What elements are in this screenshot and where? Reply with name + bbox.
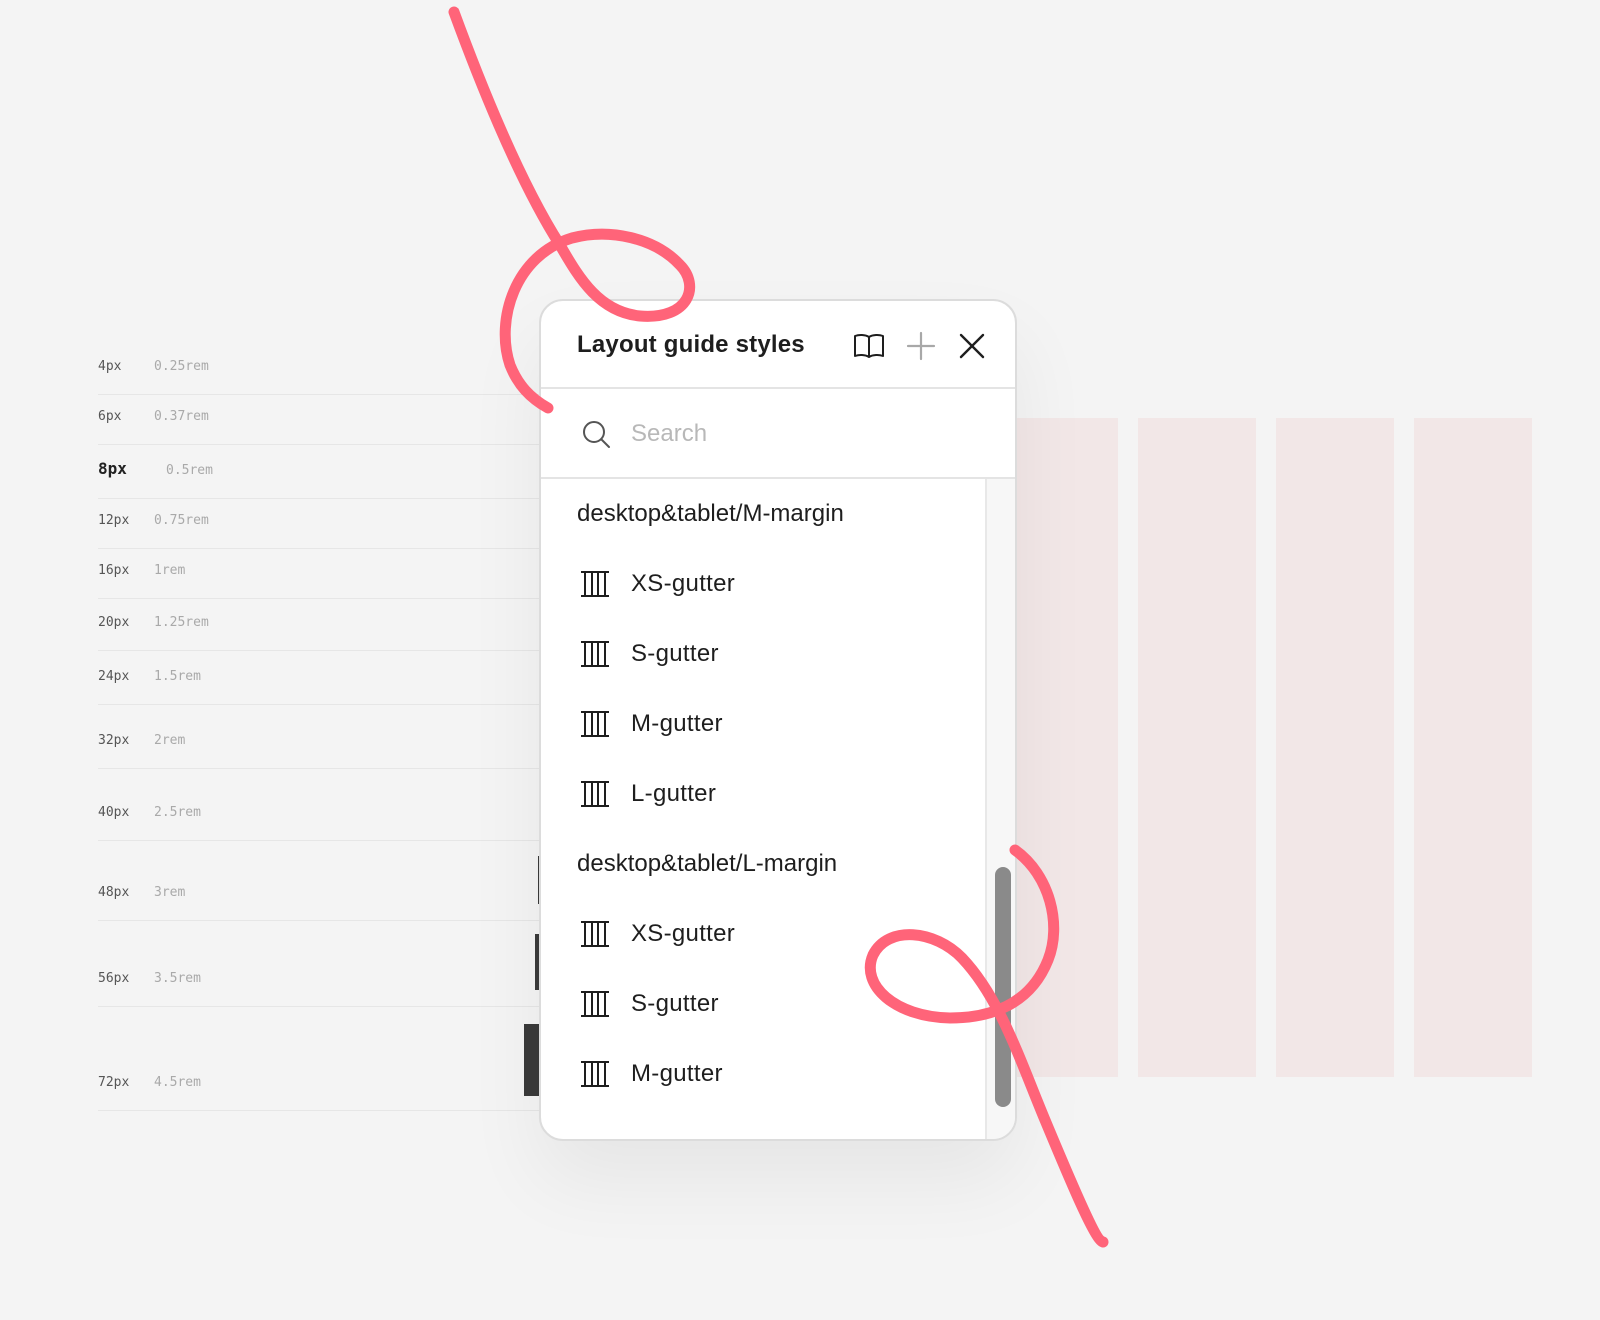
spacing-scale-row: 72px 4.5rem [98,1007,548,1111]
panel-header: Layout guide styles [541,301,1015,389]
spacing-rem-label: 2.5rem [154,805,201,820]
layout-guide-item[interactable]: XS-gutter [541,899,985,969]
layout-guide-item[interactable]: M-gutter [541,689,985,759]
spacing-rem-label: 3.5rem [154,971,201,986]
spacing-px-label: 56px [98,971,130,986]
spacing-px-label: 24px [98,669,130,684]
column-grid-icon [581,920,609,948]
group-header: desktop&tablet/L-margin [577,850,838,877]
spacing-px-label: 20px [98,615,130,630]
spacing-px-label: 6px [98,409,122,424]
style-list: desktop&tablet/M-margin XS-gutter S-gutter… [541,479,985,1139]
spacing-px-label: 48px [98,885,130,900]
column-grid-icon [581,1060,609,1088]
spacing-px-label: 12px [98,513,130,528]
column-grid-icon [581,710,609,738]
spacing-scale-row: 16px 1rem [98,549,548,599]
spacing-px-label: 72px [98,1075,130,1090]
column-grid-icon [581,990,609,1018]
spacing-rem-label: 1.25rem [154,615,209,630]
book-icon[interactable] [852,329,886,363]
spacing-scale-row: 56px 3.5rem [98,921,548,1007]
spacing-px-label: 4px [98,359,122,374]
layout-guide-styles-panel: Layout guide styles Search desktop&table… [539,299,1017,1141]
spacing-rem-label: 0.25rem [154,359,209,374]
layout-guide-item[interactable]: L-gutter [541,759,985,829]
layout-guide-item-label: M-gutter [631,710,723,737]
scrollbar-thumb[interactable] [995,867,1011,1107]
plus-icon[interactable] [904,329,938,363]
spacing-scale-row: 8px 0.5rem [98,445,548,499]
spacing-rem-label: 2rem [154,733,186,748]
spacing-rem-label: 1.5rem [154,669,201,684]
spacing-px-label: 16px [98,563,130,578]
spacing-scale-row: 48px 3rem [98,841,548,921]
column-grid-icon [581,640,609,668]
layout-guide-item[interactable]: S-gutter [541,969,985,1039]
layout-guide-item[interactable]: XS-gutter [541,549,985,619]
spacing-scale-row: 32px 2rem [98,705,548,769]
layout-guide-item[interactable]: S-gutter [541,619,985,689]
layout-guide-item-label: M-gutter [631,1060,723,1087]
spacing-rem-label: 0.5rem [166,463,213,478]
column-guide [1276,418,1394,1077]
spacing-rem-label: 0.75rem [154,513,209,528]
spacing-scale-row: 12px 0.75rem [98,499,548,549]
column-grid-icon [581,780,609,808]
spacing-rem-label: 4.5rem [154,1075,201,1090]
panel-title: Layout guide styles [577,331,805,358]
layout-guide-item-label: XS-gutter [631,920,736,947]
spacing-rem-label: 1rem [154,563,186,578]
column-guide [1000,418,1118,1077]
spacing-scale-row: 24px 1.5rem [98,651,548,705]
spacing-scale-row: 20px 1.25rem [98,599,548,651]
spacing-scale-row: 6px 0.37rem [98,395,548,445]
spacing-px-label: 40px [98,805,130,820]
layout-guide-item-label: XS-gutter [631,570,736,597]
search-bar [541,389,1015,479]
column-guide [1138,418,1256,1077]
search-input[interactable] [629,413,973,455]
spacing-px-label: 32px [98,733,130,748]
spacing-rem-label: 3rem [154,885,186,900]
spacing-scale-row: 4px 0.25rem [98,345,548,395]
scrollbar[interactable] [985,479,1015,1139]
layout-guide-item-label: L-gutter [631,780,717,807]
layout-guide-item-label: S-gutter [631,640,719,667]
close-icon[interactable] [955,329,989,363]
layout-guide-item[interactable]: M-gutter [541,1039,985,1109]
layout-guide-item-label: S-gutter [631,990,719,1017]
group-header: desktop&tablet/M-margin [577,500,844,527]
spacing-scale: 4px 0.25rem 6px 0.37rem 8px 0.5rem 12px 0.75rem… [98,345,548,1111]
spacing-rem-label: 0.37rem [154,409,209,424]
spacing-scale-row: 40px 2.5rem [98,769,548,841]
column-grid-icon [581,570,609,598]
column-guides [1000,418,1580,1077]
spacing-px-label: 8px [98,459,127,478]
search-icon [581,419,611,449]
column-guide [1414,418,1532,1077]
